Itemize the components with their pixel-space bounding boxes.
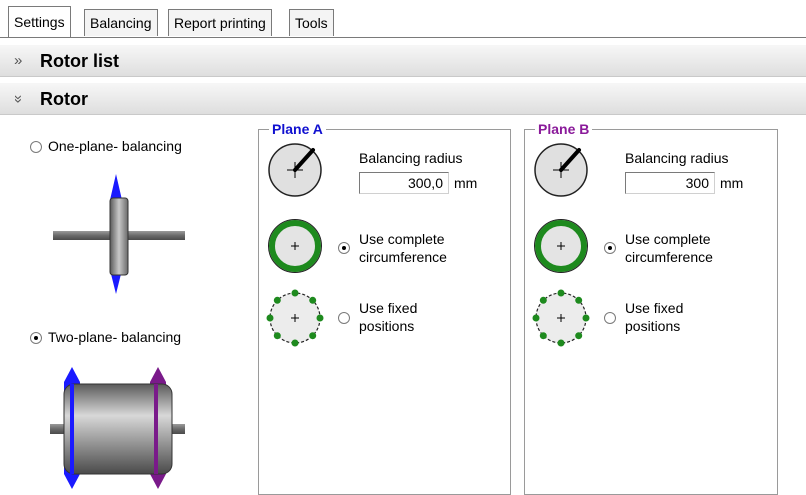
fixed-positions-icon bbox=[532, 289, 590, 347]
plane-a-fixed-line1[interactable]: Use fixed bbox=[359, 300, 417, 317]
two-plane-radio[interactable] bbox=[30, 332, 42, 344]
plane-b-unit: mm bbox=[720, 175, 744, 191]
plane-a-radius-input[interactable]: 300,0 bbox=[359, 172, 449, 194]
plane-a-radius-label: Balancing radius bbox=[359, 150, 463, 166]
plane-b-fixed-line2[interactable]: positions bbox=[625, 318, 680, 335]
plane-a-group: Plane A Balancing radius 300,0 mm Use co… bbox=[258, 120, 511, 495]
expanded-chevron-icon: » bbox=[10, 94, 28, 104]
plane-b-complete-line1[interactable]: Use complete bbox=[625, 231, 711, 248]
collapsed-chevron-icon: » bbox=[14, 52, 23, 69]
rotor-title: Rotor bbox=[40, 89, 88, 109]
tab-settings[interactable]: Settings bbox=[8, 6, 71, 38]
complete-circumference-icon bbox=[534, 219, 588, 273]
tab-tools[interactable]: Tools bbox=[289, 9, 334, 36]
plane-a-fixed-line2[interactable]: positions bbox=[359, 318, 414, 335]
plane-b-fixed-line1[interactable]: Use fixed bbox=[625, 300, 683, 317]
plane-b-group: Plane B Balancing radius 300 mm Use comp… bbox=[524, 120, 778, 495]
plane-b-fixed-radio[interactable] bbox=[604, 312, 616, 324]
one-plane-rotor-icon bbox=[53, 174, 185, 294]
plane-b-title: Plane B bbox=[535, 120, 593, 138]
one-plane-label[interactable]: One-plane- balancing bbox=[48, 138, 182, 155]
plane-b-radius-input[interactable]: 300 bbox=[625, 172, 715, 194]
rotor-header[interactable]: » Rotor bbox=[0, 83, 806, 115]
two-plane-rotor-icon bbox=[50, 367, 185, 489]
complete-circumference-icon bbox=[268, 219, 322, 273]
plane-a-complete-line1[interactable]: Use complete bbox=[359, 231, 445, 248]
fixed-positions-icon bbox=[266, 289, 324, 347]
plane-b-complete-radio[interactable] bbox=[604, 242, 616, 254]
tab-divider bbox=[0, 37, 806, 38]
plane-a-fixed-radio[interactable] bbox=[338, 312, 350, 324]
plane-b-complete-line2[interactable]: circumference bbox=[625, 249, 713, 266]
plane-b-radius-label: Balancing radius bbox=[625, 150, 729, 166]
two-plane-label[interactable]: Two-plane- balancing bbox=[48, 329, 181, 346]
plane-a-complete-line2[interactable]: circumference bbox=[359, 249, 447, 266]
radius-dial-icon bbox=[268, 143, 322, 197]
radius-dial-icon bbox=[534, 143, 588, 197]
tab-bar: Settings Balancing Report printing Tools bbox=[0, 0, 806, 38]
tab-report-printing[interactable]: Report printing bbox=[168, 9, 272, 36]
plane-a-title: Plane A bbox=[269, 120, 326, 138]
one-plane-radio[interactable] bbox=[30, 141, 42, 153]
rotor-list-header[interactable]: » Rotor list bbox=[0, 45, 806, 77]
tab-balancing[interactable]: Balancing bbox=[84, 9, 158, 36]
rotor-list-title: Rotor list bbox=[40, 51, 119, 71]
plane-a-complete-radio[interactable] bbox=[338, 242, 350, 254]
plane-a-unit: mm bbox=[454, 175, 478, 191]
